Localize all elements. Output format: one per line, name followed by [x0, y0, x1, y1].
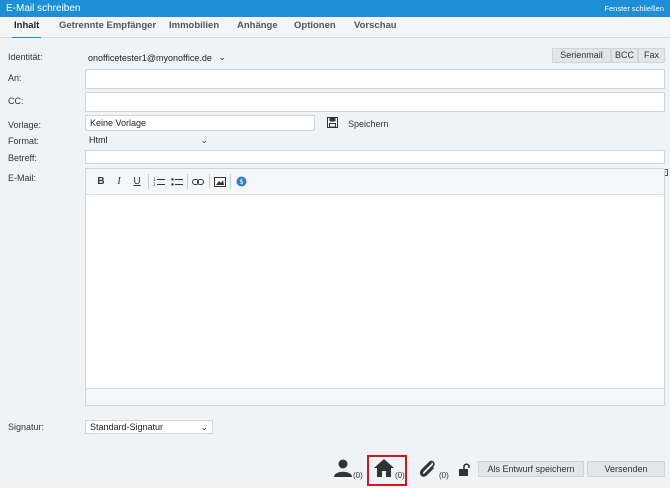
attachments-button[interactable]: (0) — [418, 458, 450, 482]
svg-text:$: $ — [239, 178, 243, 186]
bold-icon[interactable]: B — [94, 175, 108, 189]
template-value: Keine Vorlage — [90, 118, 147, 128]
format-select[interactable]: Html ⌄ — [85, 134, 212, 148]
italic-icon[interactable]: I — [112, 175, 126, 189]
underline-icon[interactable]: U — [130, 175, 144, 189]
editor-toolbar: B I U 1 2 $ — [86, 169, 664, 195]
window-title: E-Mail schreiben — [6, 3, 81, 14]
paperclip-icon — [419, 460, 435, 477]
tab-inhalt[interactable]: Inhalt — [11, 20, 42, 40]
tab-optionen[interactable]: Optionen — [294, 20, 336, 31]
unordered-list-icon[interactable] — [170, 175, 184, 189]
contacts-count: (0) — [353, 471, 363, 480]
highlight-box — [367, 455, 407, 486]
signature-select[interactable]: Standard-Signatur ⌄ — [85, 420, 213, 434]
save-template-label: Speichern — [348, 119, 389, 129]
image-icon[interactable] — [213, 175, 227, 189]
signature-value: Standard-Signatur — [90, 422, 164, 432]
special-function-icon[interactable]: $ — [234, 175, 248, 189]
chevron-down-icon: ⌄ — [200, 135, 208, 145]
compose-form: Identität: onofficetester1@myonoffice.de… — [0, 38, 670, 488]
to-field[interactable] — [85, 69, 665, 89]
cc-label: CC: — [8, 96, 24, 106]
svg-text:2: 2 — [153, 182, 156, 187]
ordered-list-icon[interactable]: 1 2 — [152, 175, 166, 189]
attachments-count: (0) — [439, 471, 449, 480]
toolbar-divider — [230, 174, 231, 189]
bcc-button[interactable]: BCC — [611, 48, 638, 63]
editor-statusbar — [86, 388, 664, 405]
contacts-button[interactable]: (0) — [333, 458, 365, 482]
toolbar-divider — [209, 174, 210, 189]
person-icon — [334, 459, 352, 477]
identity-select[interactable]: onofficetester1@myonoffice.de ⌄ — [84, 51, 230, 67]
signature-label: Signatur: — [8, 422, 45, 432]
toolbar-divider — [187, 174, 188, 189]
subject-field[interactable] — [85, 150, 665, 164]
template-field[interactable]: Keine Vorlage — [85, 115, 315, 131]
send-button[interactable]: Versenden — [587, 461, 665, 477]
toolbar-divider — [148, 174, 149, 189]
format-label: Format: — [8, 136, 40, 146]
to-label: An: — [8, 73, 22, 83]
identity-value: onofficetester1@myonoffice.de — [88, 53, 212, 63]
fax-button[interactable]: Fax — [638, 48, 665, 63]
chevron-down-icon: ⌄ — [218, 52, 226, 62]
tab-immobilien[interactable]: Immobilien — [169, 20, 219, 31]
subject-label: Betreff: — [8, 153, 37, 163]
window-titlebar: E-Mail schreiben Fenster schließen — [0, 0, 670, 17]
format-value: Html — [89, 135, 108, 145]
lock-toggle[interactable] — [458, 463, 470, 477]
editor-content-area[interactable] — [86, 195, 664, 389]
unlock-icon — [459, 463, 470, 476]
email-label: E-Mail: — [8, 173, 37, 183]
email-editor[interactable]: B I U 1 2 $ — [85, 168, 665, 406]
serienmail-button[interactable]: Serienmail — [552, 48, 611, 63]
link-icon[interactable] — [191, 175, 205, 189]
save-draft-button[interactable]: Als Entwurf speichern — [478, 461, 584, 477]
floppy-disk-icon — [327, 117, 338, 128]
close-window-link[interactable]: Fenster schließen — [604, 4, 664, 13]
tab-anhaenge[interactable]: Anhänge — [237, 20, 278, 31]
chevron-down-icon: ⌄ — [200, 422, 208, 432]
tab-getrennte-empfaenger[interactable]: Getrennte Empfänger — [59, 20, 156, 31]
cc-field[interactable] — [85, 92, 665, 112]
template-label: Vorlage: — [8, 120, 42, 130]
identity-label: Identität: — [8, 52, 43, 62]
tab-vorschau[interactable]: Vorschau — [354, 20, 397, 31]
tab-bar: Inhalt Getrennte Empfänger Immobilien An… — [0, 17, 670, 40]
